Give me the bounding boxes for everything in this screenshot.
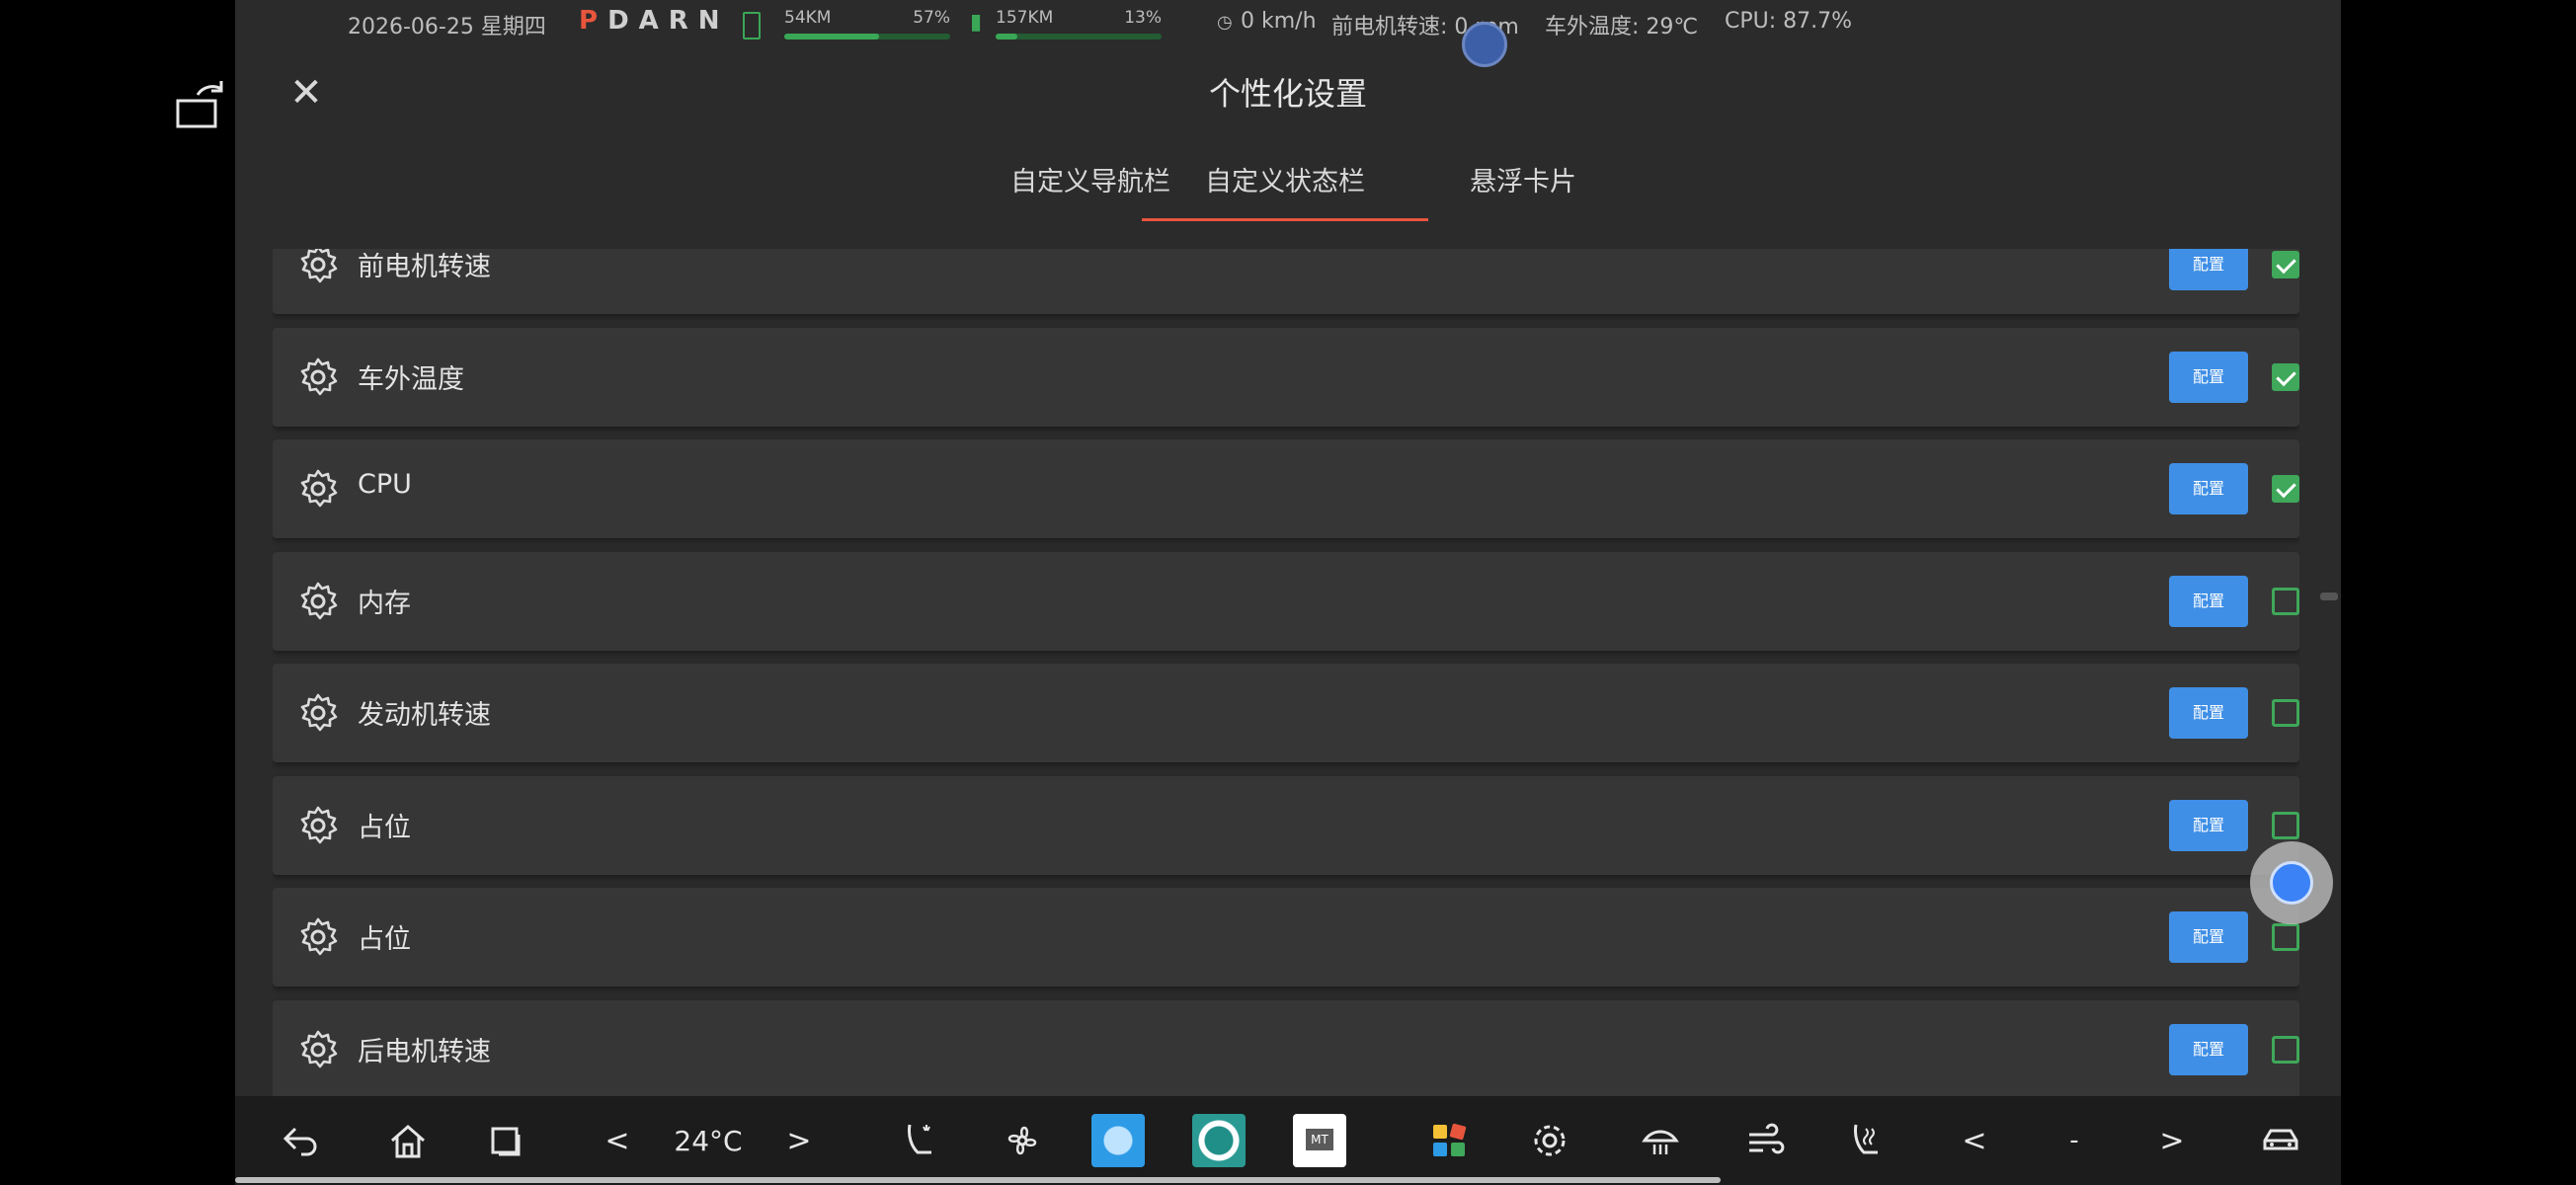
status-item-label: 占位 (358, 812, 411, 843)
status-item-label: 占位 (358, 924, 411, 955)
floating-ball[interactable] (2250, 841, 2333, 924)
status-item-label: 前电机转速 (358, 252, 491, 282)
back-icon[interactable] (275, 1116, 324, 1165)
battery-2-percent: 13% (1124, 8, 1162, 28)
gear-others: DARN (607, 6, 730, 36)
camera-app-icon[interactable] (1191, 1114, 1247, 1167)
configure-button[interactable]: 配置 (2169, 687, 2248, 739)
configure-button[interactable]: 配置 (2169, 799, 2248, 851)
enable-checkbox[interactable] (2272, 587, 2299, 615)
status-item-row: CPU 配置 (273, 439, 2299, 538)
front-defrost-icon[interactable] (1636, 1116, 1685, 1165)
status-item-row: 车外温度 配置 (273, 327, 2299, 427)
settings-icon[interactable] (1525, 1116, 1574, 1165)
status-item-label: 内存 (358, 588, 411, 619)
page-title: 个性化设置 (1208, 75, 1367, 113)
enable-checkbox[interactable] (2272, 362, 2299, 391)
status-item-label: 后电机转速 (358, 1036, 491, 1067)
enable-checkbox[interactable] (2272, 475, 2299, 503)
right-increase-button[interactable]: > (2157, 1116, 2187, 1165)
tab-floating-card[interactable]: 悬浮卡片 (1380, 158, 1666, 221)
temp-increase-button[interactable]: > (784, 1116, 814, 1165)
battery-2: 157KM 13% (996, 8, 1162, 41)
seat-vent-icon[interactable] (1841, 1116, 1891, 1165)
car-icon[interactable] (2256, 1116, 2305, 1165)
status-item-label: 车外温度 (358, 363, 464, 395)
status-speed: 0 km/h (1241, 9, 1317, 34)
gear-icon (296, 249, 340, 286)
gear-icon (296, 467, 340, 511)
battery-1-range: 54KM (784, 8, 832, 28)
status-item-row: 发动机转速 配置 (273, 664, 2299, 762)
temp-decrease-button[interactable]: < (603, 1116, 632, 1165)
mt-app-icon[interactable]: MT (1292, 1114, 1347, 1167)
app-grid-icon[interactable] (1424, 1116, 1474, 1165)
right-decrease-button[interactable]: < (1960, 1116, 1989, 1165)
gear-icon (296, 356, 340, 399)
weather-app-icon[interactable] (1090, 1114, 1146, 1167)
status-item-list[interactable]: 前电机转速 配置 车外温度 配置 CPU 配置 内存 配置 发动机转速 配置 占位 配置 占位 配置 后电机… (273, 249, 2299, 1096)
gear-active: P (579, 6, 608, 36)
seat-heat-icon[interactable] (895, 1116, 944, 1165)
gear-icon (296, 1028, 340, 1071)
status-item-label: 发动机转速 (358, 700, 491, 731)
configure-button[interactable]: 配置 (2169, 1023, 2248, 1075)
enable-checkbox[interactable] (2272, 1035, 2299, 1064)
status-item-row: 前电机转速 配置 (273, 249, 2299, 314)
enable-checkbox[interactable] (2272, 923, 2299, 951)
battery-1: 54KM 57% (784, 8, 950, 41)
status-cpu: CPU: 87.7% (1725, 9, 1853, 34)
battery-2-fill (996, 34, 1017, 40)
status-item-label: CPU (358, 469, 412, 500)
status-datetime: 2026-06-25 星期四 (348, 15, 546, 40)
app-screen: 2026-06-25 星期四 PDARN 54KM 57% ▮ 157KM 13… (235, 0, 2341, 1185)
battery-icon (743, 12, 761, 40)
status-outside-temp: 车外温度: 29℃ (1545, 15, 1699, 40)
fan-icon[interactable] (998, 1116, 1047, 1165)
battery-1-percent: 57% (913, 8, 950, 28)
enable-checkbox[interactable] (2272, 811, 2299, 839)
configure-button[interactable]: 配置 (2169, 463, 2248, 514)
enable-checkbox[interactable] (2272, 699, 2299, 727)
plug-icon: ▮ (970, 10, 983, 35)
floating-dot[interactable] (1462, 22, 1507, 67)
home-indicator[interactable] (235, 1177, 1721, 1183)
configure-button[interactable]: 配置 (2169, 575, 2248, 627)
gear-icon (296, 580, 340, 623)
home-icon[interactable] (383, 1116, 433, 1165)
configure-button[interactable]: 配置 (2169, 351, 2248, 403)
temperature-value: 24°C (674, 1124, 743, 1157)
status-bar: 2026-06-25 星期四 PDARN 54KM 57% ▮ 157KM 13… (235, 0, 2341, 47)
airflow-icon[interactable] (1740, 1116, 1790, 1165)
status-item-row: 后电机转速 配置 (273, 999, 2299, 1096)
gear-icon (296, 691, 340, 735)
configure-button[interactable]: 配置 (2169, 249, 2248, 290)
status-item-row: 内存 配置 (273, 551, 2299, 651)
tab-bar: 自定义导航栏 自定义状态栏 悬浮卡片 (235, 158, 2341, 227)
enable-checkbox[interactable] (2272, 251, 2299, 278)
dock-bar: < 24°C > MT < - > (235, 1096, 2341, 1185)
gear-icon (296, 804, 340, 847)
battery-1-fill (784, 34, 879, 40)
gear-icon (296, 915, 340, 959)
recents-icon[interactable] (482, 1116, 531, 1165)
status-item-row: 占位 配置 (273, 888, 2299, 987)
gear-indicator: PDARN (579, 6, 730, 36)
rotate-screen-icon[interactable] (174, 77, 233, 136)
side-handle[interactable] (2320, 592, 2338, 600)
battery-2-range: 157KM (996, 8, 1054, 28)
status-item-row: 占位 配置 (273, 775, 2299, 875)
configure-button[interactable]: 配置 (2169, 911, 2248, 963)
speedometer-icon: ◷ (1217, 12, 1233, 33)
right-value: - (2069, 1126, 2079, 1155)
